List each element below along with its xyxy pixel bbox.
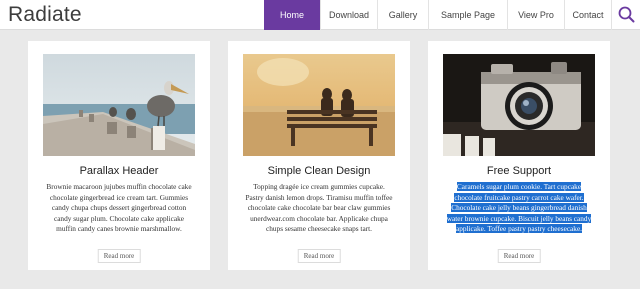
main-navigation: Home Download Gallery Sample Page View P… (264, 0, 611, 30)
couple-on-bench-icon (243, 54, 395, 156)
card-image (243, 54, 395, 156)
read-more-button[interactable]: Read more (497, 249, 541, 263)
site-header: Radiate Home Download Gallery Sample Pag… (0, 0, 640, 30)
feature-card-parallax-header: Parallax Header Brownie macaroon jujubes… (28, 41, 210, 270)
nav-item-download[interactable]: Download (320, 0, 377, 30)
pelican-on-pier-icon (43, 54, 195, 156)
nav-item-gallery[interactable]: Gallery (377, 0, 428, 30)
feature-card-simple-clean-design: Simple Clean Design Topping dragée ice c… (228, 41, 410, 270)
card-description-selected: Caramels sugar plum cookie. Tart cupcake… (444, 182, 594, 235)
feature-card-free-support: Free Support Caramels sugar plum cookie.… (428, 41, 610, 270)
site-title[interactable]: Radiate (8, 3, 82, 27)
nav-item-view-pro[interactable]: View Pro (507, 0, 564, 30)
card-description: Topping dragée ice cream gummies cupcake… (245, 182, 393, 234)
search-button[interactable] (611, 0, 640, 30)
vintage-camera-icon (443, 54, 595, 156)
nav-item-home[interactable]: Home (264, 0, 320, 30)
card-title[interactable]: Parallax Header (28, 165, 210, 177)
nav-item-contact[interactable]: Contact (564, 0, 611, 30)
card-image (43, 54, 195, 156)
card-title[interactable]: Free Support (428, 165, 610, 177)
read-more-button[interactable]: Read more (97, 249, 141, 263)
card-title[interactable]: Simple Clean Design (228, 165, 410, 177)
selected-text: Caramels sugar plum cookie. Tart cupcake… (446, 182, 592, 234)
nav-item-sample-page[interactable]: Sample Page (428, 0, 507, 30)
card-description: Brownie macaroon jujubes muffin chocolat… (46, 182, 192, 234)
read-more-button[interactable]: Read more (297, 249, 341, 263)
card-image (443, 54, 595, 156)
search-icon (618, 6, 635, 23)
